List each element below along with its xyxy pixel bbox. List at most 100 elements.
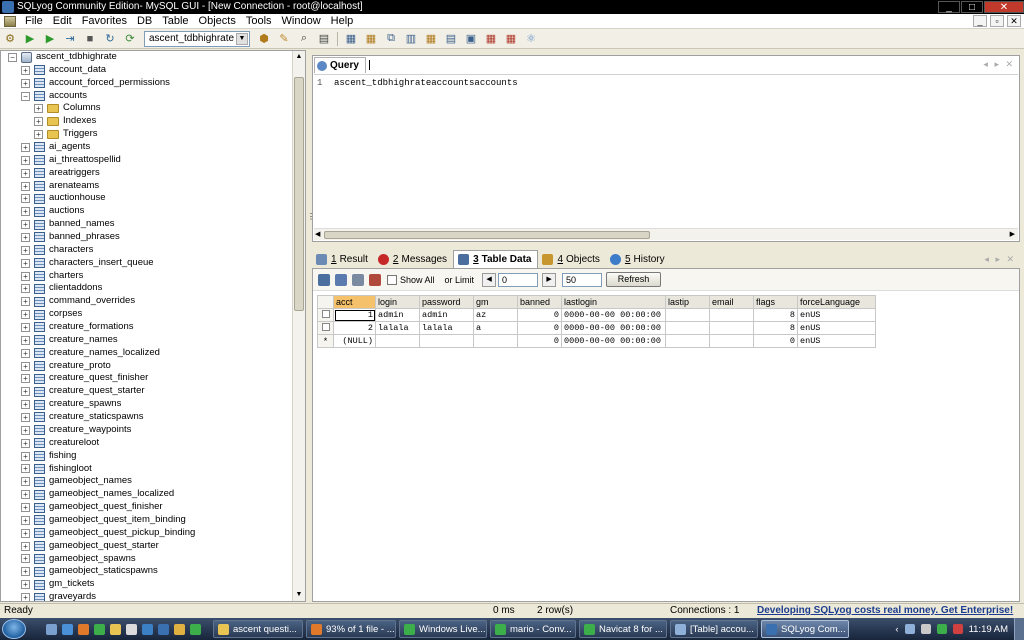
expand-icon[interactable]: + (21, 528, 30, 538)
tree-item[interactable]: + characters_insert_queue (1, 257, 293, 270)
query-editor[interactable]: 1 ascent_tdbhighrateaccountsaccounts (314, 74, 1018, 226)
scroll-right-icon[interactable]: ▶ (1010, 229, 1015, 241)
refresh-button[interactable]: Refresh (606, 272, 662, 287)
format-icon[interactable]: ▤ (316, 31, 332, 47)
tree-item[interactable]: + command_overrides (1, 295, 293, 308)
next-page-button[interactable]: ▶ (542, 272, 557, 287)
expand-icon[interactable]: + (21, 490, 30, 500)
cell-password[interactable] (419, 334, 474, 348)
mdi-minimize-button[interactable]: _ (973, 15, 987, 27)
table-row[interactable]: 1 admin admin az 0 0000-00-00 00:00:00 8 enUS (317, 308, 876, 322)
editor-scrollbar-thumb[interactable] (324, 231, 650, 239)
expand-icon[interactable]: + (21, 181, 30, 191)
explorer-icon[interactable] (174, 623, 185, 635)
cell-lastip[interactable] (665, 308, 710, 322)
tree-item[interactable]: + banned_names (1, 218, 293, 231)
expand-icon[interactable]: + (34, 130, 43, 140)
tree-item[interactable]: + Triggers (1, 128, 293, 141)
column-header-password[interactable]: password (419, 295, 474, 309)
tab-history[interactable]: 5 History (606, 250, 671, 268)
column-header-gm[interactable]: gm (473, 295, 518, 309)
expand-icon[interactable]: + (21, 207, 30, 217)
cell-gm[interactable]: a (473, 321, 518, 335)
column-header-acct[interactable]: acct (333, 295, 376, 309)
tab-result[interactable]: 1 Result (312, 250, 374, 268)
column-header-login[interactable]: login (375, 295, 420, 309)
tab-objects[interactable]: 4 Objects (538, 250, 605, 268)
result-tab-nav-icon[interactable]: ◂ ▸ ✕ (984, 254, 1016, 265)
ie-icon[interactable] (62, 623, 73, 635)
enterprise-promo-link[interactable]: Developing SQLyog costs real money. Get … (757, 605, 1013, 616)
cell-password[interactable]: admin (419, 308, 474, 322)
cell-email[interactable] (709, 308, 754, 322)
drop-table-icon[interactable]: ▦ (483, 31, 499, 47)
expand-icon[interactable]: + (21, 541, 30, 551)
menu-db[interactable]: DB (132, 14, 157, 29)
tree-item[interactable]: + Indexes (1, 115, 293, 128)
expand-icon[interactable]: + (21, 284, 30, 294)
column-header-lastip[interactable]: lastip (665, 295, 710, 309)
tree-item[interactable]: + fishingloot (1, 463, 293, 476)
cell-lastlogin[interactable]: 0000-00-00 00:00:00 (561, 321, 666, 335)
expand-icon[interactable]: + (21, 374, 30, 384)
tree-item[interactable]: + creature_names (1, 334, 293, 347)
tree-item[interactable]: + gameobject_quest_pickup_binding (1, 527, 293, 540)
execute-query-icon[interactable]: ▶ (22, 31, 38, 47)
tree-item[interactable]: + creature_proto (1, 360, 293, 373)
scroll-left-icon[interactable]: ◀ (315, 229, 320, 241)
mdi-close-button[interactable]: ✕ (1007, 15, 1021, 27)
tree-item[interactable]: + auctions (1, 205, 293, 218)
tree-item[interactable]: + ai_threattospellid (1, 154, 293, 167)
expand-icon[interactable]: + (21, 168, 30, 178)
table-row[interactable]: * (NULL) 0 0000-00-00 00:00:00 0 enUS (317, 334, 876, 348)
row-checkbox[interactable] (321, 323, 330, 331)
cell-forcelanguage[interactable]: enUS (797, 334, 876, 348)
column-header-lastlogin[interactable]: lastlogin (561, 295, 666, 309)
tree-item[interactable]: + creature_names_localized (1, 347, 293, 360)
tree-item[interactable]: + creature_staticspawns (1, 411, 293, 424)
taskbar-button[interactable]: ascent questi... (213, 620, 303, 638)
volume-icon[interactable] (920, 624, 931, 634)
expand-icon[interactable]: + (21, 593, 30, 601)
show-all-checkbox[interactable] (387, 274, 397, 285)
copy-table-icon[interactable]: ⧉ (383, 31, 399, 47)
tree-item[interactable]: + gameobject_quest_finisher (1, 501, 293, 514)
cell-login[interactable] (375, 334, 420, 348)
cell-login[interactable]: admin (375, 308, 420, 322)
cell-login[interactable]: lalala (375, 321, 420, 335)
document-icon[interactable] (4, 15, 16, 27)
cell-forcelanguage[interactable]: enUS (797, 308, 876, 322)
tree-item[interactable]: + creature_spawns (1, 398, 293, 411)
taskbar-button[interactable]: SQLyog Com... (761, 620, 849, 638)
chevron-down-icon[interactable]: ▼ (236, 32, 248, 45)
cell-banned[interactable]: 0 (517, 308, 562, 322)
cell-email[interactable] (709, 321, 754, 335)
tree-item[interactable]: + gameobject_names_localized (1, 488, 293, 501)
cell-acct[interactable]: 2 (333, 321, 376, 335)
tree-item[interactable]: + ai_agents (1, 141, 293, 154)
expand-icon[interactable]: + (21, 194, 30, 204)
show-desktop-button[interactable] (1014, 618, 1024, 640)
cell-flags[interactable]: 8 (753, 321, 798, 335)
taskbar-button[interactable]: 93% of 1 file - ... (306, 620, 396, 638)
sqlyog-icon[interactable] (158, 623, 169, 635)
stop-icon[interactable]: ■ (82, 31, 98, 47)
export-icon[interactable]: ⟳ (122, 31, 138, 47)
folder-icon[interactable] (110, 623, 121, 635)
tree-item[interactable]: + fishing (1, 450, 293, 463)
tree-root[interactable]: − ascent_tdbhighrate (1, 51, 293, 64)
media-icon[interactable] (142, 623, 153, 635)
expand-icon[interactable]: + (21, 464, 30, 474)
cell-lastlogin[interactable]: 0000-00-00 00:00:00 (561, 308, 666, 322)
tree-item[interactable]: + auctionhouse (1, 192, 293, 205)
expand-icon[interactable]: + (21, 400, 30, 410)
tree-item[interactable]: + characters (1, 244, 293, 257)
expand-icon[interactable]: + (21, 297, 30, 307)
query-text[interactable]: ascent_tdbhighrateaccountsaccounts (334, 78, 518, 88)
cell-lastlogin[interactable]: 0000-00-00 00:00:00 (561, 334, 666, 348)
scroll-up-icon[interactable]: ▲ (294, 52, 304, 62)
start-button[interactable] (2, 619, 26, 639)
expand-icon[interactable]: + (21, 310, 30, 320)
column-header-email[interactable]: email (709, 295, 754, 309)
cell-banned[interactable]: 0 (517, 321, 562, 335)
